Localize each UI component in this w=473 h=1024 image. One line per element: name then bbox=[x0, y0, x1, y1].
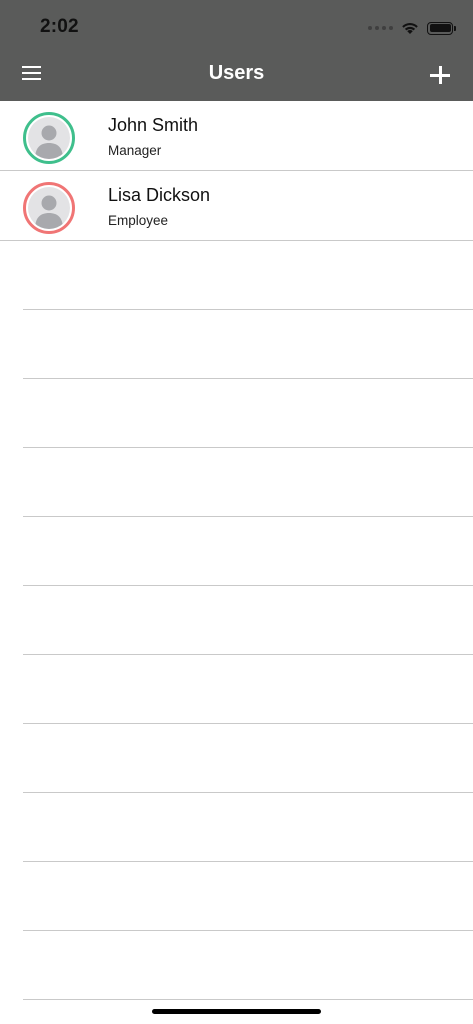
home-indicator[interactable] bbox=[152, 1009, 321, 1014]
empty-list-row bbox=[0, 655, 473, 724]
cellular-signal-icon bbox=[368, 26, 393, 30]
avatar bbox=[23, 182, 75, 234]
empty-list-row bbox=[0, 931, 473, 1000]
list-item-user[interactable]: John Smith Manager bbox=[0, 101, 473, 171]
battery-icon bbox=[427, 21, 456, 35]
empty-list-row bbox=[0, 862, 473, 931]
empty-list-row bbox=[0, 448, 473, 517]
users-list: John Smith Manager Lisa Dickson Employee bbox=[0, 101, 473, 1000]
wifi-icon bbox=[401, 21, 419, 35]
empty-list-row bbox=[0, 793, 473, 862]
row-divider bbox=[23, 999, 473, 1000]
user-role: Employee bbox=[108, 213, 169, 228]
user-role: Manager bbox=[108, 143, 162, 158]
user-silhouette-icon bbox=[34, 125, 63, 159]
status-time: 2:02 bbox=[40, 16, 79, 37]
status-indicators bbox=[368, 18, 456, 38]
empty-list-row bbox=[0, 517, 473, 586]
user-name: John Smith bbox=[108, 115, 199, 135]
navigation-header: 2:02 Users bbox=[0, 0, 473, 101]
avatar bbox=[23, 112, 75, 164]
page-title: Users bbox=[208, 62, 265, 84]
user-name: Lisa Dickson bbox=[108, 185, 211, 205]
add-user-button[interactable] bbox=[429, 64, 451, 86]
empty-list-row bbox=[0, 241, 473, 310]
user-silhouette-icon bbox=[34, 195, 63, 229]
list-item-user[interactable]: Lisa Dickson Employee bbox=[0, 171, 473, 241]
empty-list-row bbox=[0, 586, 473, 655]
empty-list-row bbox=[0, 310, 473, 379]
empty-list-row bbox=[0, 724, 473, 793]
empty-list-row bbox=[0, 379, 473, 448]
